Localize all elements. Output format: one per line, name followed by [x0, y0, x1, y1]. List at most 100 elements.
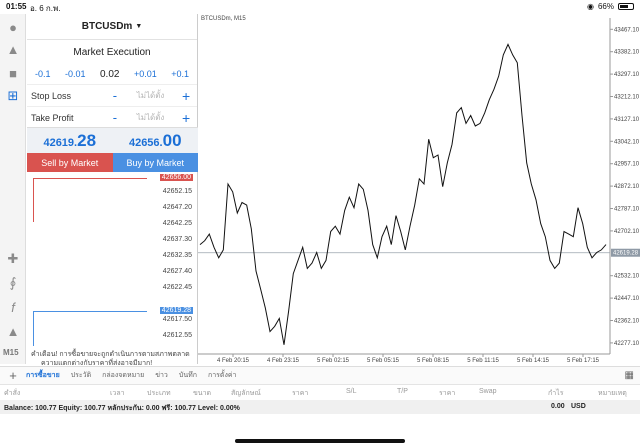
- take-profit-row: Take Profit - ไม่ได้ตั้ง +: [27, 106, 197, 128]
- tab-news[interactable]: ข่าว: [155, 370, 168, 381]
- add-icon[interactable]: +: [0, 368, 26, 383]
- bid-tick-line: [33, 311, 147, 312]
- time-tick-label: 4 Feb 20:15: [217, 358, 250, 364]
- status-right: ◉ 66%: [587, 2, 634, 11]
- column-header: S/L: [346, 388, 357, 395]
- time-tick-label: 5 Feb 05:15: [367, 358, 400, 364]
- execution-type[interactable]: Market Execution: [27, 40, 197, 64]
- crosshair-icon[interactable]: ✚: [4, 250, 22, 268]
- stop-loss-label: Stop Loss: [31, 90, 72, 101]
- tick-price: 42642.25: [162, 220, 192, 227]
- price-tick-label: 42872.10: [614, 184, 640, 190]
- ask-tick-spike: [33, 178, 34, 222]
- tick-price: 42632.35: [162, 252, 192, 259]
- ask-tick-line: [33, 178, 147, 179]
- chat-icon[interactable]: ■: [4, 64, 22, 82]
- ask-tick-tag: 42656.00: [159, 174, 193, 181]
- bid-price-suffix: 28: [77, 131, 97, 150]
- timeframe-button[interactable]: M15: [3, 348, 19, 357]
- price-tick-label: 43127.10: [614, 117, 640, 123]
- total-profit: 0.00: [551, 403, 565, 410]
- column-header: ขนาด: [193, 390, 212, 397]
- volume-minus-large-button[interactable]: -0.1: [35, 69, 51, 79]
- tab-history[interactable]: ประวัติ: [71, 370, 91, 381]
- take-profit-label: Take Profit: [31, 112, 74, 123]
- take-profit-plus-button[interactable]: +: [179, 110, 193, 126]
- tab-journal[interactable]: บันทึก: [179, 370, 197, 381]
- objects-icon[interactable]: ▲: [4, 322, 22, 340]
- price-row: 42619. 28 42656. 00: [27, 127, 198, 153]
- bid-price: 42619. 28: [27, 128, 113, 153]
- tick-price: 42612.55: [162, 332, 192, 339]
- left-toolbar: ● ▲ ■ ⊞ ✚ ∮ f ▲ M15: [0, 14, 26, 364]
- price-tick-label: 42787.10: [614, 207, 640, 213]
- volume-value[interactable]: 0.02: [100, 69, 119, 80]
- tab-trade[interactable]: การซื้อขาย: [26, 370, 60, 381]
- function-icon[interactable]: f: [4, 298, 22, 316]
- stop-loss-minus-button[interactable]: -: [108, 88, 122, 103]
- current-price-tag-label: 42619.28: [613, 251, 639, 257]
- price-tick-label: 43212.10: [614, 95, 640, 101]
- time-tick-label: 5 Feb 14:15: [517, 358, 550, 364]
- price-tick-label: 42362.10: [614, 319, 640, 325]
- symbol-selector[interactable]: BTCUSDm ▼: [27, 14, 197, 40]
- volume-plus-small-button[interactable]: +0.01: [134, 69, 157, 79]
- chart-svg: 43467.10 43382.10 43297.10 43212.10 43127.10…: [198, 18, 640, 364]
- price-tick-label: 42957.10: [614, 162, 640, 168]
- tick-price: 42637.30: [162, 236, 192, 243]
- price-series-line: [199, 43, 607, 345]
- column-header: คำสั่ง: [4, 390, 21, 397]
- volume-row: -0.1 -0.01 0.02 +0.01 +0.1: [27, 64, 197, 84]
- new-order-icon[interactable]: ⊞: [4, 87, 22, 105]
- tick-price: 42617.50: [162, 316, 192, 323]
- bottom-tabs: + การซื้อขาย ประวัติ กล่องจดหมาย ข่าว บั…: [0, 366, 640, 384]
- sell-by-market-button[interactable]: Sell by Market: [27, 153, 113, 172]
- home-indicator: [235, 439, 405, 443]
- tick-chart: 42656.00 42652.15 42647.20 42642.25 4263…: [27, 174, 198, 346]
- time-tick-label: 5 Feb 11:15: [467, 358, 499, 364]
- execution-label: Market Execution: [73, 46, 151, 58]
- time-tick-label: 5 Feb 08:15: [417, 358, 450, 364]
- trade-table-header: คำสั่ง เวลา ประเภท ขนาด สัญลักษณ์ ราคา S…: [0, 384, 640, 399]
- wifi-icon: ◉: [587, 2, 594, 11]
- ask-price-suffix: 00: [162, 131, 182, 150]
- bid-tick-tag: 42619.28: [159, 307, 193, 314]
- battery-level: [620, 5, 628, 8]
- user-icon[interactable]: ●: [4, 18, 22, 36]
- balance-row: Balance: 100.77 Equity: 100.77 หลักประกั…: [0, 400, 640, 414]
- volume-minus-small-button[interactable]: -0.01: [65, 69, 86, 79]
- stop-loss-row: Stop Loss - ไม่ได้ตั้ง +: [27, 84, 197, 106]
- price-tick-label: 43382.10: [614, 50, 640, 56]
- balance-summary: Balance: 100.77 Equity: 100.77 หลักประกั…: [4, 405, 240, 412]
- column-header: กำไร: [548, 390, 564, 397]
- battery-percent: 66%: [597, 2, 614, 11]
- buy-by-market-button[interactable]: Buy by Market: [112, 153, 198, 172]
- battery-icon: [618, 3, 634, 10]
- indicators-icon[interactable]: ∮: [4, 274, 22, 292]
- price-tick-label: 43467.10: [614, 27, 640, 33]
- column-header: เวลา: [110, 390, 125, 397]
- tab-settings[interactable]: การตั้งค่า: [208, 370, 237, 381]
- take-profit-input[interactable]: ไม่ได้ตั้ง: [122, 111, 179, 124]
- volume-plus-large-button[interactable]: +0.1: [171, 69, 189, 79]
- price-tick-label: 42702.10: [614, 229, 640, 235]
- stop-loss-input[interactable]: ไม่ได้ตั้ง: [122, 89, 179, 102]
- time-tick-label: 4 Feb 23:15: [267, 358, 300, 364]
- column-header: ประเภท: [147, 390, 171, 397]
- tick-price: 42652.15: [162, 188, 192, 195]
- chevron-down-icon: ▼: [135, 23, 143, 30]
- tab-mailbox[interactable]: กล่องจดหมาย: [102, 370, 144, 381]
- ask-price-prefix: 42656.: [128, 137, 163, 149]
- column-header: สัญลักษณ์: [231, 390, 261, 397]
- user-transfer-icon[interactable]: ▲: [4, 40, 22, 58]
- stop-loss-plus-button[interactable]: +: [179, 88, 193, 104]
- tick-price: 42622.45: [162, 284, 192, 291]
- bid-tick-spike: [33, 311, 34, 346]
- price-tick-label: 42447.10: [614, 296, 640, 302]
- price-tick-label: 43297.10: [614, 72, 640, 78]
- take-profit-minus-button[interactable]: -: [108, 110, 122, 125]
- layout-grid-icon[interactable]: ▦: [625, 370, 634, 381]
- price-chart[interactable]: BTCUSDm, M15 43467.10 43382.10 43297.10 432…: [198, 14, 640, 364]
- column-header: ราคา: [292, 390, 309, 397]
- chart-title: BTCUSDm, M15: [201, 16, 246, 22]
